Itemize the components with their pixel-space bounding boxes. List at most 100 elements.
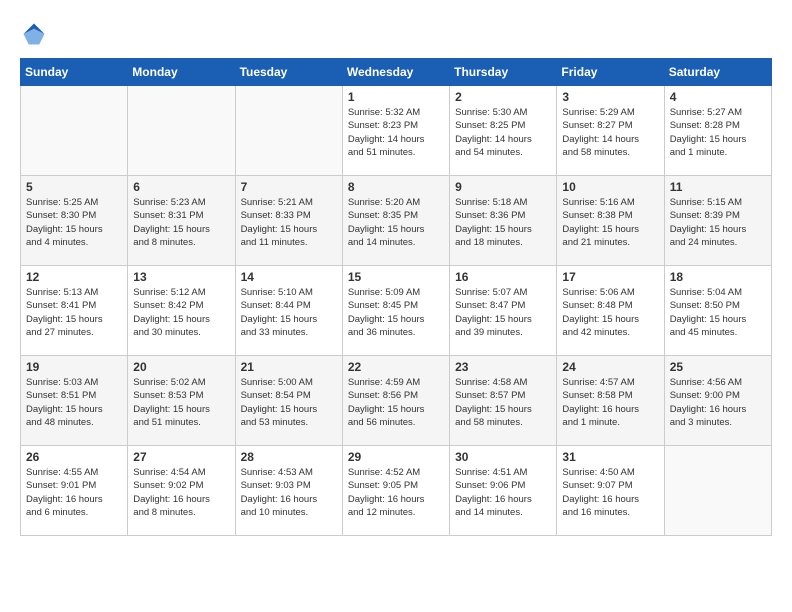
day-number: 9 — [455, 180, 551, 194]
calendar-cell: 25 Sunrise: 4:56 AM Sunset: 9:00 PM Dayli… — [664, 356, 771, 446]
calendar-cell: 24 Sunrise: 4:57 AM Sunset: 8:58 PM Dayli… — [557, 356, 664, 446]
day-info: Sunrise: 5:15 AM Sunset: 8:39 PM Dayligh… — [670, 196, 766, 249]
day-number: 30 — [455, 450, 551, 464]
day-info: Sunrise: 5:10 AM Sunset: 8:44 PM Dayligh… — [241, 286, 337, 339]
day-info: Sunrise: 4:55 AM Sunset: 9:01 PM Dayligh… — [26, 466, 122, 519]
calendar-cell — [664, 446, 771, 536]
calendar-cell: 30 Sunrise: 4:51 AM Sunset: 9:06 PM Dayli… — [450, 446, 557, 536]
day-number: 3 — [562, 90, 658, 104]
day-number: 29 — [348, 450, 444, 464]
calendar-cell: 13 Sunrise: 5:12 AM Sunset: 8:42 PM Dayli… — [128, 266, 235, 356]
week-row-5: 26 Sunrise: 4:55 AM Sunset: 9:01 PM Dayli… — [21, 446, 772, 536]
header-cell-wednesday: Wednesday — [342, 59, 449, 86]
day-number: 11 — [670, 180, 766, 194]
day-info: Sunrise: 4:52 AM Sunset: 9:05 PM Dayligh… — [348, 466, 444, 519]
day-info: Sunrise: 5:02 AM Sunset: 8:53 PM Dayligh… — [133, 376, 229, 429]
calendar-cell: 21 Sunrise: 5:00 AM Sunset: 8:54 PM Dayli… — [235, 356, 342, 446]
calendar-cell: 3 Sunrise: 5:29 AM Sunset: 8:27 PM Daylig… — [557, 86, 664, 176]
day-number: 8 — [348, 180, 444, 194]
day-number: 16 — [455, 270, 551, 284]
day-number: 26 — [26, 450, 122, 464]
header-row: SundayMondayTuesdayWednesdayThursdayFrid… — [21, 59, 772, 86]
calendar-cell: 19 Sunrise: 5:03 AM Sunset: 8:51 PM Dayli… — [21, 356, 128, 446]
day-info: Sunrise: 5:27 AM Sunset: 8:28 PM Dayligh… — [670, 106, 766, 159]
calendar-cell: 5 Sunrise: 5:25 AM Sunset: 8:30 PM Daylig… — [21, 176, 128, 266]
week-row-4: 19 Sunrise: 5:03 AM Sunset: 8:51 PM Dayli… — [21, 356, 772, 446]
calendar-cell: 27 Sunrise: 4:54 AM Sunset: 9:02 PM Dayli… — [128, 446, 235, 536]
day-number: 20 — [133, 360, 229, 374]
header-cell-saturday: Saturday — [664, 59, 771, 86]
day-number: 21 — [241, 360, 337, 374]
day-info: Sunrise: 5:12 AM Sunset: 8:42 PM Dayligh… — [133, 286, 229, 339]
calendar-cell: 23 Sunrise: 4:58 AM Sunset: 8:57 PM Dayli… — [450, 356, 557, 446]
day-info: Sunrise: 4:50 AM Sunset: 9:07 PM Dayligh… — [562, 466, 658, 519]
calendar-cell: 31 Sunrise: 4:50 AM Sunset: 9:07 PM Dayli… — [557, 446, 664, 536]
day-info: Sunrise: 5:20 AM Sunset: 8:35 PM Dayligh… — [348, 196, 444, 249]
day-info: Sunrise: 4:58 AM Sunset: 8:57 PM Dayligh… — [455, 376, 551, 429]
day-info: Sunrise: 4:51 AM Sunset: 9:06 PM Dayligh… — [455, 466, 551, 519]
day-number: 5 — [26, 180, 122, 194]
day-number: 17 — [562, 270, 658, 284]
calendar-cell: 26 Sunrise: 4:55 AM Sunset: 9:01 PM Dayli… — [21, 446, 128, 536]
day-number: 10 — [562, 180, 658, 194]
day-number: 31 — [562, 450, 658, 464]
day-info: Sunrise: 5:32 AM Sunset: 8:23 PM Dayligh… — [348, 106, 444, 159]
day-number: 19 — [26, 360, 122, 374]
calendar-cell: 20 Sunrise: 5:02 AM Sunset: 8:53 PM Dayli… — [128, 356, 235, 446]
week-row-2: 5 Sunrise: 5:25 AM Sunset: 8:30 PM Daylig… — [21, 176, 772, 266]
header — [20, 20, 772, 48]
day-info: Sunrise: 5:03 AM Sunset: 8:51 PM Dayligh… — [26, 376, 122, 429]
week-row-3: 12 Sunrise: 5:13 AM Sunset: 8:41 PM Dayli… — [21, 266, 772, 356]
week-row-1: 1 Sunrise: 5:32 AM Sunset: 8:23 PM Daylig… — [21, 86, 772, 176]
header-cell-monday: Monday — [128, 59, 235, 86]
day-info: Sunrise: 5:25 AM Sunset: 8:30 PM Dayligh… — [26, 196, 122, 249]
day-number: 27 — [133, 450, 229, 464]
calendar-cell: 29 Sunrise: 4:52 AM Sunset: 9:05 PM Dayli… — [342, 446, 449, 536]
calendar-cell — [21, 86, 128, 176]
calendar-cell — [235, 86, 342, 176]
day-info: Sunrise: 5:00 AM Sunset: 8:54 PM Dayligh… — [241, 376, 337, 429]
day-info: Sunrise: 4:59 AM Sunset: 8:56 PM Dayligh… — [348, 376, 444, 429]
day-info: Sunrise: 4:57 AM Sunset: 8:58 PM Dayligh… — [562, 376, 658, 429]
day-number: 25 — [670, 360, 766, 374]
day-number: 22 — [348, 360, 444, 374]
day-number: 28 — [241, 450, 337, 464]
day-info: Sunrise: 5:30 AM Sunset: 8:25 PM Dayligh… — [455, 106, 551, 159]
calendar-cell: 4 Sunrise: 5:27 AM Sunset: 8:28 PM Daylig… — [664, 86, 771, 176]
calendar-cell: 9 Sunrise: 5:18 AM Sunset: 8:36 PM Daylig… — [450, 176, 557, 266]
day-number: 23 — [455, 360, 551, 374]
day-number: 24 — [562, 360, 658, 374]
day-info: Sunrise: 5:16 AM Sunset: 8:38 PM Dayligh… — [562, 196, 658, 249]
header-cell-thursday: Thursday — [450, 59, 557, 86]
calendar-cell — [128, 86, 235, 176]
day-info: Sunrise: 4:54 AM Sunset: 9:02 PM Dayligh… — [133, 466, 229, 519]
logo-icon — [20, 20, 48, 48]
day-info: Sunrise: 5:13 AM Sunset: 8:41 PM Dayligh… — [26, 286, 122, 339]
calendar-cell: 6Sunrise: 5:23 AM Sunset: 8:31 PM Daylig… — [128, 176, 235, 266]
day-number: 2 — [455, 90, 551, 104]
day-number: 12 — [26, 270, 122, 284]
calendar-cell: 14Sunrise: 5:10 AM Sunset: 8:44 PM Dayli… — [235, 266, 342, 356]
day-info: Sunrise: 5:29 AM Sunset: 8:27 PM Dayligh… — [562, 106, 658, 159]
day-info: Sunrise: 5:18 AM Sunset: 8:36 PM Dayligh… — [455, 196, 551, 249]
calendar-cell: 28 Sunrise: 4:53 AM Sunset: 9:03 PM Dayli… — [235, 446, 342, 536]
day-number: 15 — [348, 270, 444, 284]
day-number: 6 — [133, 180, 229, 194]
day-info: Sunrise: 4:53 AM Sunset: 9:03 PM Dayligh… — [241, 466, 337, 519]
calendar-cell: 7Sunrise: 5:21 AM Sunset: 8:33 PM Daylig… — [235, 176, 342, 266]
day-number: 4 — [670, 90, 766, 104]
calendar-cell: 8 Sunrise: 5:20 AM Sunset: 8:35 PM Daylig… — [342, 176, 449, 266]
calendar-cell: 12 Sunrise: 5:13 AM Sunset: 8:41 PM Dayli… — [21, 266, 128, 356]
day-info: Sunrise: 5:07 AM Sunset: 8:47 PM Dayligh… — [455, 286, 551, 339]
header-cell-tuesday: Tuesday — [235, 59, 342, 86]
calendar-cell: 1 Sunrise: 5:32 AM Sunset: 8:23 PM Daylig… — [342, 86, 449, 176]
day-number: 7 — [241, 180, 337, 194]
day-number: 1 — [348, 90, 444, 104]
header-cell-sunday: Sunday — [21, 59, 128, 86]
day-info: Sunrise: 5:06 AM Sunset: 8:48 PM Dayligh… — [562, 286, 658, 339]
day-number: 18 — [670, 270, 766, 284]
calendar-cell: 22 Sunrise: 4:59 AM Sunset: 8:56 PM Dayli… — [342, 356, 449, 446]
day-number: 13 — [133, 270, 229, 284]
day-info: Sunrise: 4:56 AM Sunset: 9:00 PM Dayligh… — [670, 376, 766, 429]
day-info: Sunrise: 5:04 AM Sunset: 8:50 PM Dayligh… — [670, 286, 766, 339]
